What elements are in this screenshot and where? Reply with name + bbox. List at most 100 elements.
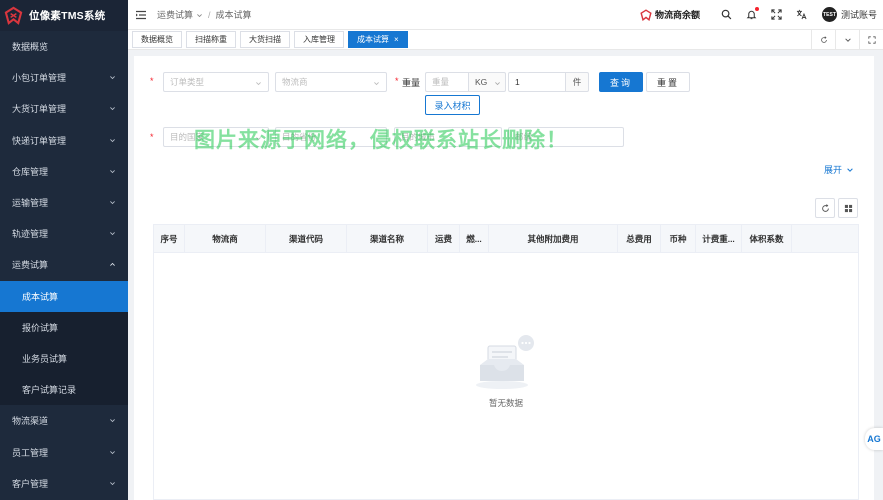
- column-header: 渠道代码: [266, 225, 347, 253]
- translate-icon[interactable]: [795, 9, 807, 21]
- user-name[interactable]: 测试账号: [841, 8, 877, 21]
- watermark-text: 图片来源于网络，侵权联系站长删除！: [194, 129, 568, 152]
- logo[interactable]: 位像素TMS系统: [0, 0, 128, 31]
- query-button[interactable]: 查询: [599, 72, 643, 92]
- chevron-down-icon: [108, 417, 116, 425]
- close-icon[interactable]: ×: [394, 35, 399, 44]
- sidebar-item-label: 业务员试算: [22, 353, 68, 364]
- carrier-balance[interactable]: 物流商余额: [640, 8, 700, 21]
- refresh-icon[interactable]: [811, 29, 835, 50]
- bell-icon[interactable]: [745, 6, 760, 21]
- carrier-balance-label: 物流商余额: [654, 10, 700, 20]
- search-icon[interactable]: [720, 9, 732, 21]
- sidebar-item-logistics-channels[interactable]: 物流渠道: [0, 405, 128, 436]
- chevron-down-icon: [108, 230, 116, 238]
- main-content: * 订单类型 物流商 * 重量 重量 KG 1 件 查询 重置 录入材积 * 目…: [134, 56, 874, 500]
- sidebar-subitem-quote-calc[interactable]: 报价试算: [0, 312, 128, 343]
- sidebar-item-staff[interactable]: 员工管理: [0, 436, 128, 467]
- tab-controls: [811, 29, 883, 50]
- floating-assistant-button[interactable]: AG: [865, 428, 883, 450]
- chevron-down-icon: [108, 74, 116, 82]
- column-header: 体积系数: [742, 225, 792, 253]
- sidebar-item-label: 物流渠道: [12, 416, 49, 427]
- refresh-table-button[interactable]: [815, 198, 835, 218]
- empty-inbox-icon: [476, 335, 534, 389]
- order-type-select[interactable]: 订单类型: [163, 72, 269, 92]
- chevron-down-icon: [108, 479, 116, 487]
- expand-toggle[interactable]: 展开: [824, 163, 854, 176]
- chevron-down-icon: [108, 448, 116, 456]
- tab-inbound[interactable]: 入库管理: [294, 31, 344, 48]
- piece-count-input[interactable]: 1: [508, 72, 566, 92]
- sidebar-subitem-cost-calc[interactable]: 成本试算: [0, 280, 128, 312]
- sidebar-item-warehouse[interactable]: 仓库管理: [0, 156, 128, 187]
- sidebar-item-label: 小包订单管理: [12, 73, 67, 84]
- fullscreen-icon[interactable]: [770, 9, 782, 21]
- logo-icon: [640, 8, 652, 21]
- sidebar-item-dashboard[interactable]: 数据概览: [0, 31, 128, 62]
- page-tabs: 数据概览 扫描称重 大货扫描 入库管理 成本试算 ×: [128, 29, 883, 50]
- logo-icon: [4, 6, 23, 25]
- sidebar-item-label: 大货订单管理: [12, 104, 67, 115]
- tab-cost-calc[interactable]: 成本试算 ×: [348, 31, 408, 48]
- sidebar-item-bulk-orders[interactable]: 大货订单管理: [0, 93, 128, 124]
- sidebar-item-express-orders[interactable]: 快递订单管理: [0, 125, 128, 156]
- chevron-down-icon: [373, 79, 380, 86]
- column-header: 燃...: [460, 225, 489, 253]
- menu-toggle-icon[interactable]: [135, 9, 147, 21]
- breadcrumb-current: 成本试算: [215, 10, 252, 20]
- chevron-down-icon: [255, 79, 262, 86]
- breadcrumb: 运费试算 / 成本试算: [157, 8, 252, 21]
- chevron-down-icon: [108, 105, 116, 113]
- tab-label: 大货扫描: [249, 35, 281, 44]
- sidebar-item-label: 员工管理: [12, 447, 49, 458]
- weight-label: 重量: [402, 78, 421, 88]
- carrier-select[interactable]: 物流商: [275, 72, 387, 92]
- column-header: 币种: [661, 225, 696, 253]
- tab-label: 扫描称重: [195, 35, 227, 44]
- column-settings-button[interactable]: [838, 198, 858, 218]
- column-header: 渠道名称: [347, 225, 428, 253]
- sidebar-item-transport[interactable]: 运输管理: [0, 187, 128, 218]
- tab-scan-weigh[interactable]: 扫描称重: [186, 31, 236, 48]
- select-placeholder: 订单类型: [170, 77, 205, 87]
- chevron-down-icon[interactable]: [835, 29, 859, 50]
- sidebar-item-freight-calc[interactable]: 运费试算: [0, 249, 128, 280]
- grid-icon: [844, 204, 852, 212]
- required-mark: *: [150, 76, 154, 86]
- piece-unit-addon: 件: [565, 72, 589, 92]
- column-header: 其他附加费用: [489, 225, 618, 253]
- column-header: 运费: [428, 225, 460, 253]
- sidebar-item-label: 数据概览: [12, 42, 49, 53]
- required-mark: *: [395, 76, 399, 86]
- reset-button[interactable]: 重置: [646, 72, 690, 92]
- sidebar-item-label: 运输管理: [12, 198, 49, 209]
- top-header: 运费试算 / 成本试算 物流商余额 TEST 测试账号: [128, 0, 883, 30]
- breadcrumb-item[interactable]: 运费试算: [157, 8, 193, 21]
- sidebar-submenu: 成本试算 报价试算 业务员试算 客户试算记录: [0, 280, 128, 406]
- sidebar-nav: 数据概览 小包订单管理 大货订单管理 快递订单管理 仓库管理 运输管理 轨迹管理…: [0, 31, 128, 499]
- empty-state: 暂无数据: [154, 335, 858, 409]
- weight-unit-select[interactable]: KG: [468, 72, 506, 92]
- sidebar-item-customers[interactable]: 客户管理: [0, 468, 128, 499]
- tab-label: 数据概览: [141, 35, 173, 44]
- sidebar-item-label: 客户试算记录: [22, 385, 77, 396]
- sidebar-item-parcel-orders[interactable]: 小包订单管理: [0, 62, 128, 93]
- sidebar-item-tracking[interactable]: 轨迹管理: [0, 218, 128, 249]
- avatar[interactable]: TEST: [821, 7, 837, 22]
- chevron-down-icon: [108, 136, 116, 144]
- chevron-up-icon: [108, 261, 116, 269]
- select-placeholder: 物流商: [282, 77, 308, 87]
- sidebar-subitem-customer-calc-records[interactable]: 客户试算记录: [0, 374, 128, 405]
- chevron-down-icon: [847, 167, 853, 172]
- sidebar-subitem-sales-calc[interactable]: 业务员试算: [0, 343, 128, 374]
- sidebar-item-label: 成本试算: [22, 291, 59, 302]
- empty-text: 暂无数据: [488, 398, 523, 408]
- tab-bulk-scan[interactable]: 大货扫描: [240, 31, 290, 48]
- weight-input[interactable]: 重量: [425, 72, 469, 92]
- app-title: 位像素TMS系统: [29, 10, 106, 22]
- enter-material-button[interactable]: 录入材积: [425, 95, 480, 115]
- notification-dot: [755, 6, 760, 11]
- fullscreen-icon[interactable]: [859, 29, 883, 50]
- tab-dashboard[interactable]: 数据概览: [132, 31, 182, 48]
